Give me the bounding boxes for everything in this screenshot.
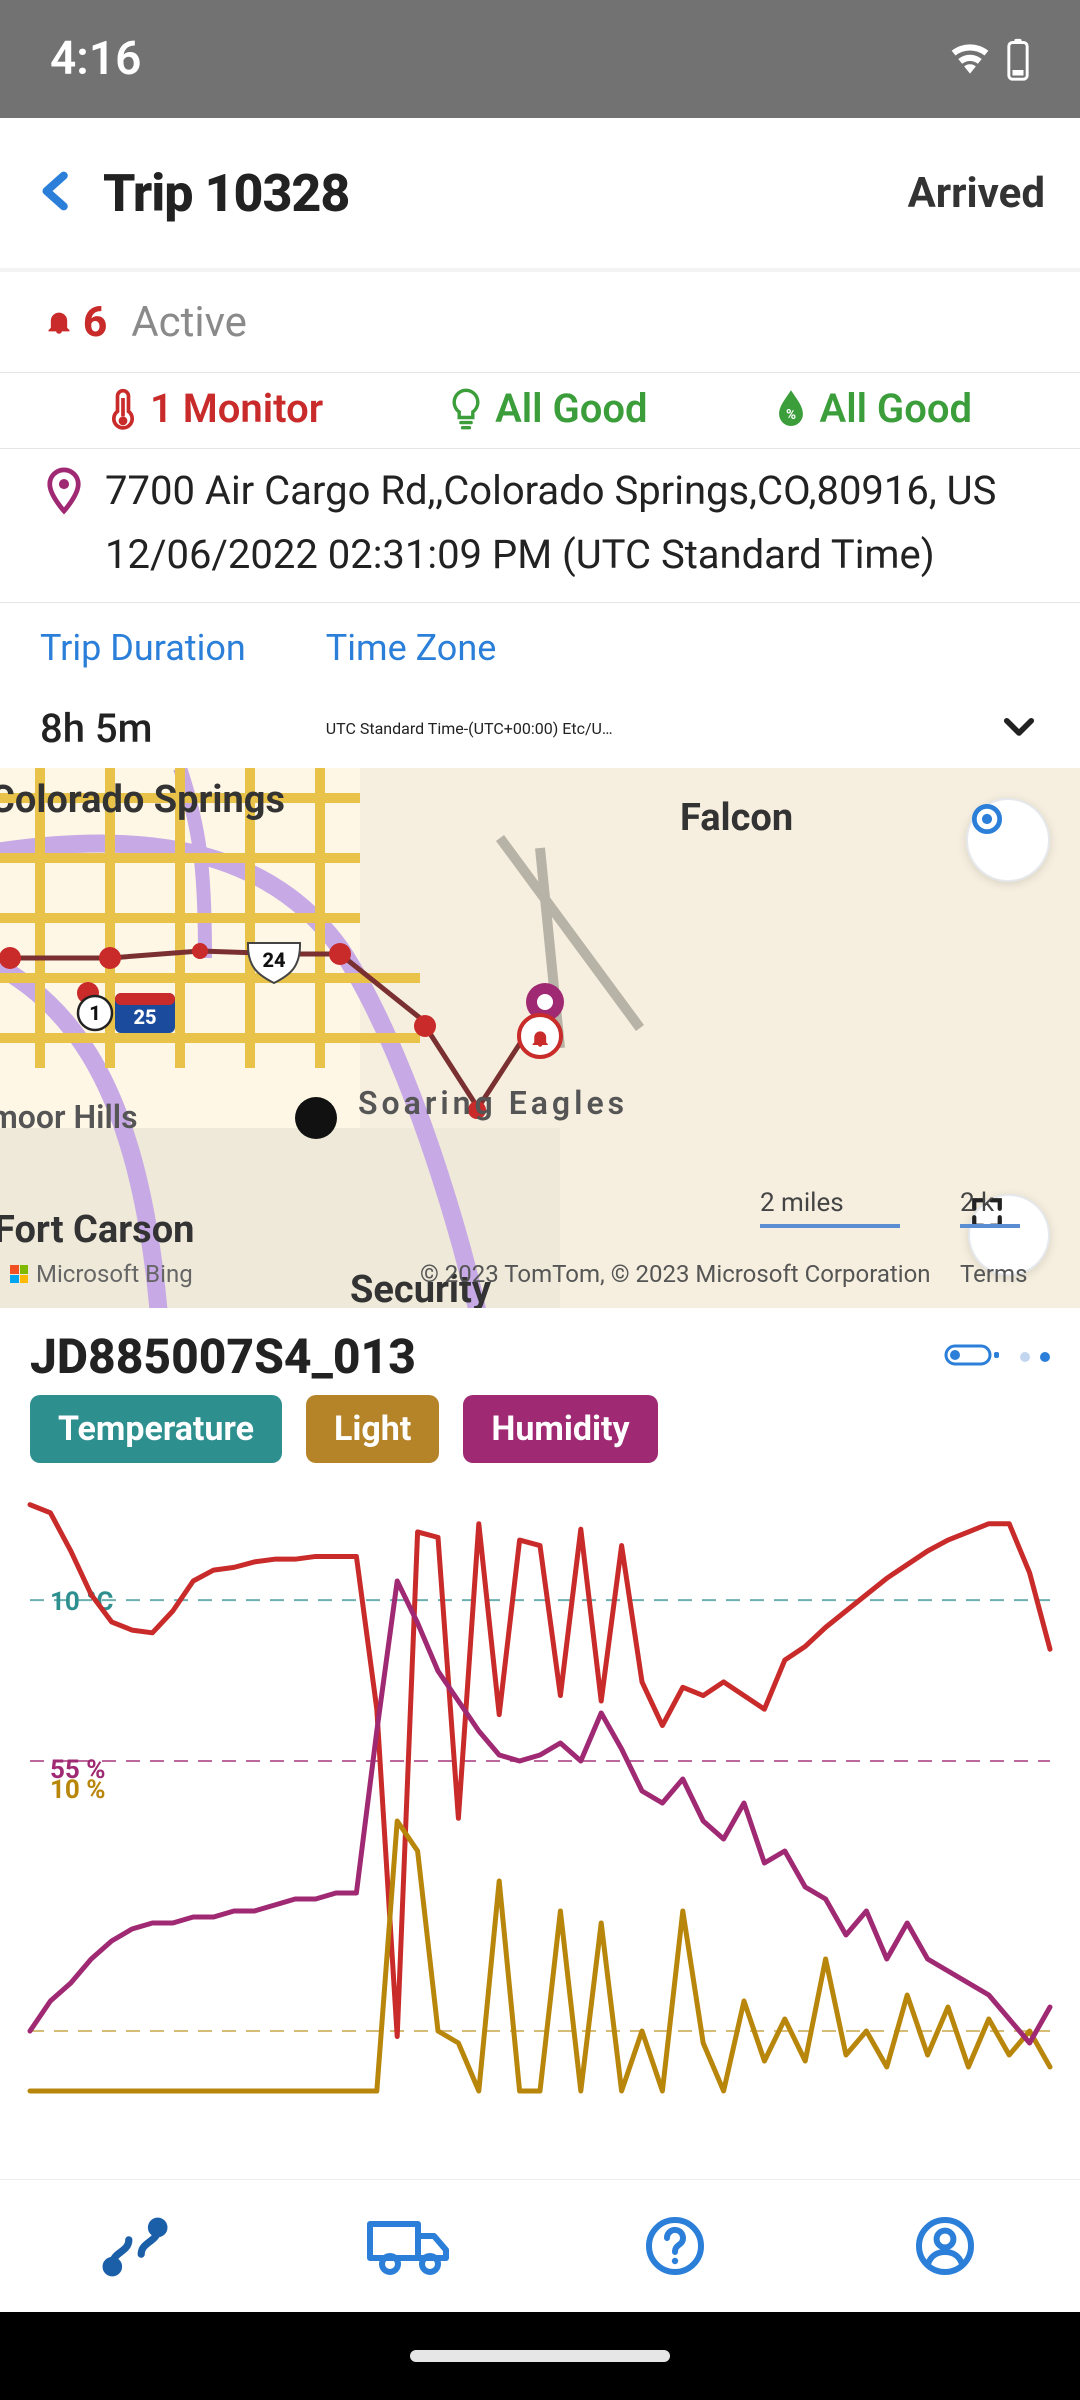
sensor-light[interactable]: All Good [449,385,647,432]
location-block: 7700 Air Cargo Rd,,Colorado Springs,CO,8… [0,449,1080,603]
status-bar: 4:16 [0,0,1080,118]
bell-icon [45,298,73,347]
map-label-coloradosprings: Colorado Springs [0,778,285,822]
map-provider: Microsoft Bing [10,1260,193,1288]
sensor-chart[interactable]: 10 °C 55 % 10 % [20,1481,1060,2121]
device-battery [944,1340,1050,1374]
svg-text:24: 24 [262,948,285,972]
chevron-down-icon [998,705,1040,751]
map-scale-km: 2 k [960,1188,1020,1228]
map-label-soaring: Soaring Eagles [358,1084,628,1122]
location-pin-icon [45,467,83,521]
svg-text:1: 1 [89,1001,101,1025]
svg-text:25: 25 [133,1005,156,1029]
location-address: 7700 Air Cargo Rd,,Colorado Springs,CO,8… [105,467,996,521]
back-button[interactable] [35,161,81,225]
trip-duration: Trip Duration 8h 5m [40,627,246,752]
bottom-nav [0,2179,1080,2312]
sensor-temperature-label: 1 Monitor [150,385,323,432]
android-nav [0,2312,1080,2400]
map-label-fortcarson: Fort Carson [0,1208,194,1252]
map[interactable]: 24 25 1 Colorado Springs Falcon Soaring … [0,768,1080,1308]
sensor-humidity-label: All Good [820,385,972,432]
humidity-icon: % [774,387,808,431]
duration-timezone: Trip Duration 8h 5m Time Zone UTC Standa… [0,603,1080,768]
chip-row: Temperature Light Humidity [0,1395,1080,1481]
map-label-moorhills: moor Hills [0,1098,138,1136]
location-timestamp: 12/06/2022 02:31:09 PM (UTC Standard Tim… [105,531,1035,578]
sensor-bar: 1 Monitor All Good % All Good [0,373,1080,449]
alerts-bar[interactable]: 6 Active [0,272,1080,373]
android-home-handle[interactable] [410,2350,670,2362]
alerts-label: Active [131,298,247,347]
nav-trips[interactable] [96,2207,174,2285]
svg-text:%: % [785,407,795,423]
trip-status: Arrived [908,169,1045,218]
thermometer-icon [108,387,138,431]
page-title: Trip 10328 [103,163,349,224]
status-time: 4:16 [50,32,141,86]
nav-profile[interactable] [906,2207,984,2285]
alerts-count: 6 [45,298,107,347]
chip-temperature[interactable]: Temperature [30,1395,282,1463]
sensor-light-label: All Good [495,385,647,432]
timezone: Time Zone UTC Standard Time-(UTC+00:00) … [326,627,1040,752]
map-terms[interactable]: Terms [960,1260,1027,1288]
timezone-select[interactable]: UTC Standard Time-(UTC+00:00) Etc/U… [326,705,1040,751]
header: Trip 10328 Arrived [0,118,1080,272]
device-page-dots[interactable] [1020,1352,1050,1362]
timezone-value: UTC Standard Time-(UTC+00:00) Etc/U… [326,719,613,738]
chip-light[interactable]: Light [306,1395,439,1463]
sensor-temperature[interactable]: 1 Monitor [108,385,323,432]
trip-duration-label: Trip Duration [40,627,246,669]
device-id: JD885007S4_013 [30,1328,416,1385]
sensor-humidity[interactable]: % All Good [774,385,972,432]
nav-shipments[interactable] [366,2207,444,2285]
timezone-label: Time Zone [326,627,1040,669]
trip-duration-value: 8h 5m [40,705,246,752]
status-right [948,37,1030,81]
map-scale-mi: 2 miles [760,1188,900,1228]
lightbulb-icon [449,387,483,431]
map-copyright: © 2023 TomTom, © 2023 Microsoft Corporat… [420,1260,931,1288]
device-row: JD885007S4_013 [0,1308,1080,1395]
wifi-icon [948,37,992,81]
map-label-falcon: Falcon [680,796,793,840]
chip-humidity[interactable]: Humidity [463,1395,657,1463]
map-locate-button[interactable] [966,798,1050,882]
nav-help[interactable] [636,2207,714,2285]
battery-level-icon [944,1340,1002,1374]
battery-icon [1006,37,1030,81]
